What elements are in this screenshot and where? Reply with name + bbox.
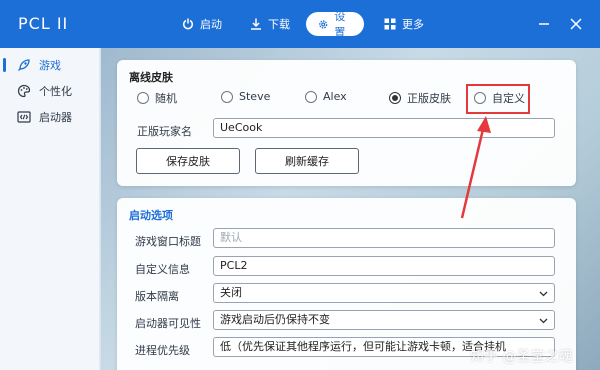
- download-icon: [251, 18, 261, 30]
- radio-alex[interactable]: Alex: [305, 90, 347, 103]
- nav-settings-label: 设置: [334, 10, 346, 39]
- card-title: 离线皮肤: [129, 71, 173, 84]
- grid-icon: [384, 18, 396, 30]
- custom-info-input[interactable]: PCL2: [213, 256, 555, 276]
- nav-more-tab[interactable]: 更多: [372, 12, 436, 36]
- launcher-visibility-label: 启动器可见性: [135, 317, 201, 330]
- radio-label: Steve: [239, 90, 271, 103]
- power-icon: [182, 18, 194, 30]
- sidebar-item-game[interactable]: 游戏: [0, 52, 100, 78]
- window-title-input[interactable]: 默认: [213, 228, 555, 248]
- refresh-cache-button[interactable]: 刷新缓存: [255, 148, 359, 174]
- app-title: PCL II: [18, 14, 69, 33]
- select-value: 低（优先保证其他程序运行，但可能让游戏卡顿，适合挂机: [220, 340, 506, 353]
- sidebar-item-launcher[interactable]: 启动器: [0, 104, 100, 130]
- nav-settings-tab[interactable]: 设置: [306, 10, 364, 39]
- active-indicator: [3, 58, 6, 72]
- annotation-highlight-box: [466, 84, 530, 114]
- card-title: 启动选项: [129, 209, 173, 222]
- nav-download-label: 下载: [268, 18, 290, 31]
- select-value: 关闭: [220, 286, 242, 299]
- minimize-icon: [539, 23, 549, 25]
- nav-launch-label: 启动: [200, 18, 222, 31]
- sidebar: 游戏 个性化 启动器: [0, 48, 100, 370]
- launch-options-card: 启动选项 游戏窗口标题 默认 自定义信息 PCL2 版本隔离 关闭 启动器可见性…: [117, 198, 576, 370]
- custom-info-label: 自定义信息: [135, 263, 190, 276]
- radio-label: 随机: [155, 92, 177, 105]
- save-skin-button[interactable]: 保存皮肤: [136, 148, 240, 174]
- minimize-button[interactable]: [534, 14, 554, 34]
- version-isolation-select[interactable]: 关闭: [213, 283, 555, 303]
- chevron-down-icon: [539, 318, 548, 324]
- radio-official-skin[interactable]: 正版皮肤: [389, 90, 451, 106]
- nav-download-tab[interactable]: 下载: [238, 12, 302, 36]
- sidebar-item-label: 游戏: [39, 59, 61, 72]
- close-icon: [570, 18, 582, 30]
- chevron-down-icon: [539, 291, 548, 297]
- sidebar-item-label: 启动器: [39, 111, 72, 124]
- player-name-input[interactable]: UeCook: [213, 118, 555, 138]
- radio-steve[interactable]: Steve: [221, 90, 270, 103]
- watermark: 知乎 @圣堂之魂: [470, 349, 573, 365]
- radio-circle: [137, 92, 149, 104]
- sidebar-item-personalize[interactable]: 个性化: [0, 78, 100, 104]
- title-bar: PCL II 启动 下载 设置 更多: [0, 0, 600, 48]
- select-value: 游戏启动后仍保持不变: [220, 313, 330, 326]
- palette-icon: [17, 84, 31, 98]
- nav-launch-tab[interactable]: 启动: [170, 12, 234, 36]
- radio-circle: [305, 90, 317, 103]
- radio-random[interactable]: 随机: [137, 90, 177, 106]
- process-priority-label: 进程优先级: [135, 344, 190, 357]
- sidebar-item-label: 个性化: [39, 85, 72, 98]
- close-button[interactable]: [566, 14, 586, 34]
- version-isolation-label: 版本隔离: [135, 290, 179, 303]
- radio-circle: [389, 92, 401, 104]
- player-name-label: 正版玩家名: [137, 125, 192, 138]
- radio-label: 正版皮肤: [407, 92, 451, 105]
- rocket-icon: [18, 59, 30, 71]
- radio-label: Alex: [323, 90, 347, 103]
- gear-icon: [319, 19, 328, 29]
- code-window-icon: [17, 111, 31, 123]
- launcher-visibility-select[interactable]: 游戏启动后仍保持不变: [213, 310, 555, 330]
- radio-circle: [221, 90, 233, 103]
- window-title-label: 游戏窗口标题: [135, 235, 201, 248]
- offline-skin-card: 离线皮肤 随机 Steve Alex 正版皮肤 自定义 正版玩家名 UeCook…: [117, 60, 576, 186]
- nav-more-label: 更多: [402, 18, 424, 31]
